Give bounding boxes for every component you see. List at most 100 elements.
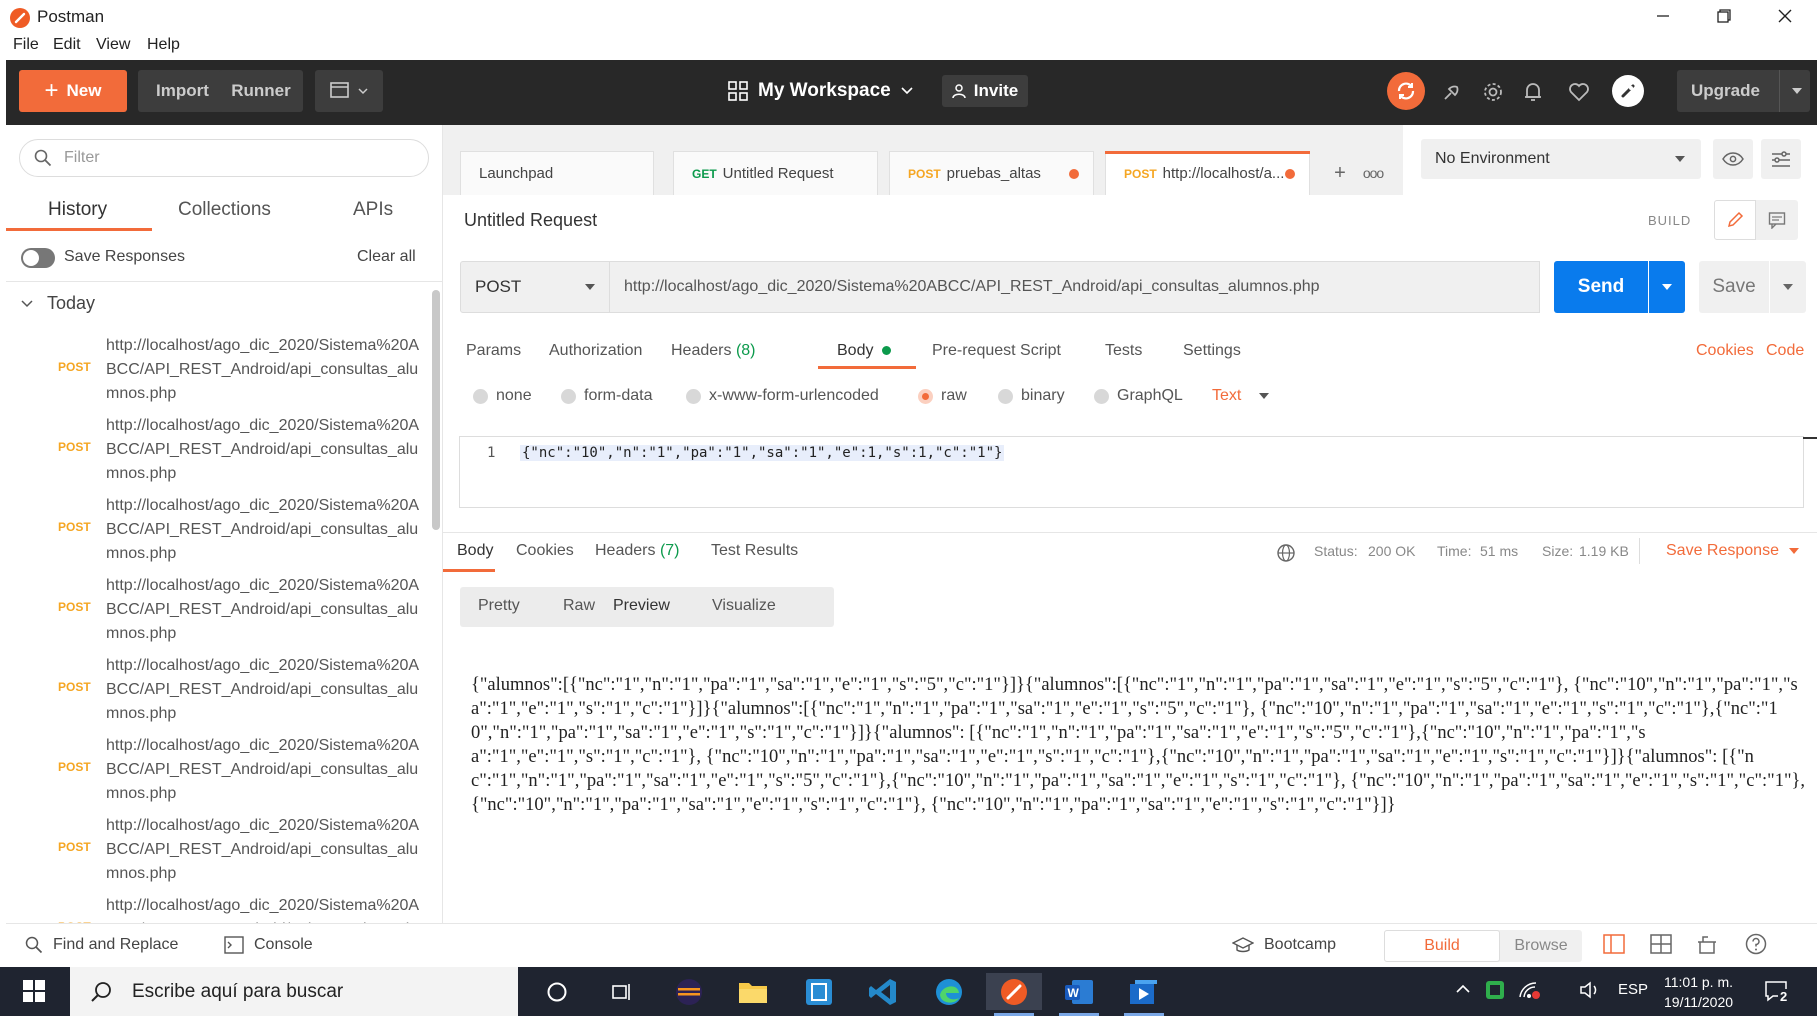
send-options-icon[interactable]	[1649, 261, 1685, 313]
radio-none[interactable]: none	[473, 387, 532, 405]
response-tab-test-results[interactable]: Test Results	[711, 542, 798, 560]
volume-icon[interactable]	[1580, 981, 1602, 999]
notifications-icon[interactable]	[1519, 78, 1547, 106]
view-raw[interactable]: Raw	[563, 597, 595, 615]
menu-help[interactable]: Help	[147, 36, 180, 54]
more-tabs-icon[interactable]: ooo	[1354, 157, 1392, 189]
response-tab-cookies[interactable]: Cookies	[516, 542, 574, 560]
filter-input[interactable]: Filter	[19, 139, 429, 177]
history-item[interactable]: POSThttp://localhost/ago_dic_2020/Sistem…	[6, 490, 431, 570]
workspace-switcher[interactable]: My Workspace	[728, 70, 913, 112]
view-visualize[interactable]: Visualize	[712, 597, 776, 615]
media-player-icon[interactable]	[1116, 973, 1172, 1016]
tab-settings[interactable]: Settings	[1183, 342, 1241, 360]
history-group-today[interactable]: Today	[21, 293, 95, 314]
clock[interactable]: 11:01 p. m. 19/11/2020	[1664, 972, 1733, 1012]
tray-app-icon[interactable]	[1484, 979, 1506, 1001]
response-tab-headers[interactable]: Headers (7)	[595, 542, 680, 560]
tab-params[interactable]: Params	[466, 342, 521, 360]
action-center-icon[interactable]: 2	[1764, 979, 1790, 1005]
new-window-button[interactable]	[315, 70, 383, 112]
body-code[interactable]: {"nc":"10","n":"1","pa":"1","sa":"1","e"…	[520, 445, 1005, 461]
save-button[interactable]: Save	[1699, 261, 1769, 313]
history-item[interactable]: POSThttp://localhost/ago_dic_2020/Sistem…	[6, 570, 431, 650]
save-options-icon[interactable]	[1770, 261, 1806, 313]
radio-graphql[interactable]: GraphQL	[1094, 387, 1183, 405]
tab-prerequest-script[interactable]: Pre-request Script	[932, 342, 1061, 360]
tab-tests[interactable]: Tests	[1105, 342, 1142, 360]
restore-icon[interactable]	[1694, 0, 1754, 32]
input-language[interactable]: ESP	[1618, 981, 1648, 998]
environment-quick-look-icon[interactable]	[1713, 139, 1753, 179]
history-item[interactable]: POSThttp://localhost/ago_dic_2020/Sistem…	[6, 890, 431, 923]
two-pane-view-icon[interactable]	[1603, 934, 1625, 954]
body-format-select[interactable]: Text	[1212, 387, 1270, 405]
task-view-icon[interactable]	[594, 973, 650, 1010]
history-item[interactable]: POSThttp://localhost/ago_dic_2020/Sistem…	[6, 810, 431, 890]
tab-untitled-request[interactable]: GET Untitled Request	[673, 151, 878, 195]
new-button[interactable]: + New	[19, 70, 127, 112]
wifi-icon[interactable]	[1518, 980, 1542, 1000]
code-link[interactable]: Code	[1766, 342, 1804, 360]
satellite-icon[interactable]	[1438, 78, 1466, 106]
request-title[interactable]: Untitled Request	[464, 210, 597, 231]
view-pretty[interactable]: Pretty	[478, 597, 520, 615]
show-hidden-icons-icon[interactable]	[1455, 981, 1471, 997]
help-icon[interactable]	[1745, 933, 1767, 955]
radio-raw[interactable]: raw	[918, 387, 967, 405]
edge-icon[interactable]	[921, 973, 977, 1010]
bootcamp-button[interactable]: Bootcamp	[1232, 936, 1336, 954]
cookies-link[interactable]: Cookies	[1696, 342, 1754, 360]
console-button[interactable]: Console	[224, 936, 313, 954]
menu-edit[interactable]: Edit	[53, 36, 81, 54]
environment-select[interactable]: No Environment	[1421, 139, 1701, 179]
history-item[interactable]: POSThttp://localhost/ago_dic_2020/Sistem…	[6, 410, 431, 490]
invite-button[interactable]: Invite	[942, 75, 1028, 107]
runner-button[interactable]: Runner	[219, 70, 303, 112]
radio-form-data[interactable]: form-data	[561, 387, 652, 405]
size-value[interactable]: 1.19 KB	[1579, 543, 1629, 559]
avatar[interactable]	[1612, 75, 1644, 107]
tab-history[interactable]: History	[48, 199, 107, 221]
history-item[interactable]: POSThttp://localhost/ago_dic_2020/Sistem…	[6, 650, 431, 730]
trash-icon[interactable]	[1696, 933, 1718, 955]
tab-authorization[interactable]: Authorization	[549, 342, 642, 360]
build-mode-button[interactable]: Build	[1384, 930, 1500, 962]
browse-mode-button[interactable]: Browse	[1500, 930, 1582, 962]
tab-collections[interactable]: Collections	[178, 199, 271, 221]
send-button[interactable]: Send	[1554, 261, 1648, 313]
history-item[interactable]: POSThttp://localhost/ago_dic_2020/Sistem…	[6, 730, 431, 810]
response-tab-body[interactable]: Body	[457, 542, 493, 560]
history-item[interactable]: POSThttp://localhost/ago_dic_2020/Sistem…	[6, 330, 431, 410]
vscode-icon[interactable]	[855, 973, 911, 1010]
minimize-icon[interactable]	[1633, 0, 1693, 32]
tab-apis[interactable]: APIs	[353, 199, 393, 221]
view-preview[interactable]: Preview	[613, 597, 670, 615]
radio-x-www-form-urlencoded[interactable]: x-www-form-urlencoded	[686, 387, 879, 405]
heart-icon[interactable]	[1565, 78, 1593, 106]
body-editor[interactable]: 1 {"nc":"10","n":"1","pa":"1","sa":"1","…	[459, 436, 1817, 508]
sidebar-scrollbar[interactable]	[432, 290, 440, 530]
manage-environments-icon[interactable]	[1761, 139, 1801, 179]
tab-pruebas-altas[interactable]: POST pruebas_altas	[889, 151, 1094, 195]
editor-scrollbar[interactable]	[1803, 437, 1817, 439]
postman-taskbar-icon[interactable]	[986, 973, 1042, 1016]
status-value[interactable]: 200 OK	[1368, 543, 1415, 559]
save-response-button[interactable]: Save Response	[1666, 542, 1799, 560]
notes-app-icon[interactable]	[791, 973, 847, 1010]
comments-icon[interactable]	[1756, 200, 1798, 240]
clear-all-button[interactable]: Clear all	[357, 248, 416, 266]
taskbar-search[interactable]: Escribe aquí para buscar	[70, 967, 518, 1016]
import-button[interactable]: Import	[138, 70, 227, 112]
sync-icon[interactable]	[1387, 72, 1425, 110]
layout-grid-icon[interactable]	[1650, 934, 1672, 954]
menu-file[interactable]: File	[13, 36, 39, 54]
file-explorer-icon[interactable]	[725, 973, 781, 1010]
word-icon[interactable]: W	[1051, 973, 1107, 1016]
eclipse-icon[interactable]	[661, 973, 717, 1010]
tab-active-request[interactable]: POST http://localhost/a...	[1105, 151, 1310, 195]
menu-view[interactable]: View	[96, 36, 130, 54]
settings-icon[interactable]	[1479, 78, 1507, 106]
upgrade-button[interactable]: Upgrade	[1677, 70, 1810, 112]
cortana-icon[interactable]	[529, 973, 585, 1010]
